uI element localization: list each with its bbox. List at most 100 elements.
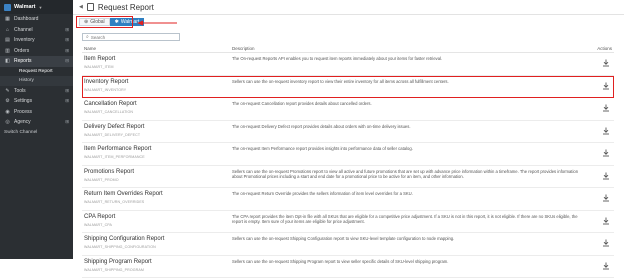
report-name-link[interactable]: CPA Report bbox=[84, 214, 115, 220]
expand-icon[interactable]: ⊞ bbox=[65, 119, 69, 125]
search-input[interactable] bbox=[91, 34, 171, 40]
download-icon[interactable] bbox=[602, 172, 610, 180]
report-description: Sellers can use the on-request inventory… bbox=[232, 79, 587, 84]
report-description: Sellers can use the on-request Shipping … bbox=[232, 236, 587, 241]
report-name-link[interactable]: Shipping Configuration Report bbox=[84, 236, 164, 242]
download-icon[interactable] bbox=[602, 217, 610, 225]
download-icon[interactable] bbox=[602, 262, 610, 270]
report-name-link[interactable]: Item Report bbox=[84, 56, 115, 62]
report-code: WALMART_SHIPPING_PROGRAM bbox=[84, 268, 144, 272]
table-row: Inventory Report WALMART_INVENTORY Sellers… bbox=[82, 76, 614, 99]
inventory-icon: ▤ bbox=[4, 37, 11, 43]
report-name-link[interactable]: Cancellation Report bbox=[84, 101, 137, 107]
report-description: Sellers can use the on-request Shipping … bbox=[232, 259, 587, 264]
sidebar-subitem-history[interactable]: History bbox=[0, 76, 73, 86]
expand-icon[interactable]: ⊞ bbox=[65, 37, 69, 43]
expand-icon[interactable]: ⊞ bbox=[65, 98, 69, 104]
sidebar-item-inventory[interactable]: ▤Inventory ⊞ bbox=[0, 35, 73, 46]
report-code: WALMART_PROMO bbox=[84, 178, 119, 182]
expand-icon[interactable]: ⊟ bbox=[65, 58, 69, 64]
sidebar: Walmart ▼ ▦Dashboard⌂Channel⊞▤Inventory⊞… bbox=[0, 0, 73, 259]
dashboard-icon: ▦ bbox=[4, 16, 11, 22]
table-row: Promotions ReportWALMART_PROMOSellers ca… bbox=[82, 166, 614, 189]
sidebar-item-orders[interactable]: ▥Orders ⊞ bbox=[0, 46, 73, 57]
download-icon[interactable] bbox=[602, 82, 610, 90]
table-row: Item Report WALMART_ITEM The On-request Re… bbox=[82, 53, 614, 76]
channel-icon: ⌂ bbox=[4, 27, 11, 33]
download-icon[interactable] bbox=[602, 104, 610, 112]
report-name-link[interactable]: Return Item Overrides Report bbox=[84, 191, 163, 197]
sidebar-item-settings[interactable]: ⚙Settings ⊞ bbox=[0, 96, 73, 107]
search-box[interactable]: ⌕ bbox=[82, 33, 180, 41]
reports-icon: ◧ bbox=[4, 58, 11, 64]
expand-icon[interactable]: ⊞ bbox=[65, 88, 69, 94]
table-header: Name Description Actions bbox=[82, 44, 614, 53]
table-row: Return Item Overrides Report WALMART_RETU… bbox=[82, 188, 614, 211]
orders-icon: ▥ bbox=[4, 48, 11, 54]
report-code: WALMART_ITEM_PERFORMANCE bbox=[84, 155, 145, 159]
expand-icon[interactable]: ⊞ bbox=[65, 27, 69, 33]
expand-icon[interactable]: ⊞ bbox=[65, 48, 69, 54]
sidebar-item-label: Inventory bbox=[14, 37, 35, 43]
sidebar-item-label: Settings bbox=[14, 98, 32, 104]
agency-icon: ◎ bbox=[4, 119, 11, 125]
report-description: The on-request Return Override provides … bbox=[232, 191, 587, 196]
tools-icon: ✎ bbox=[4, 88, 11, 94]
table-row: Shipping Configuration Report WALMART_SHI… bbox=[82, 233, 614, 256]
report-code: WALMART_DELIVERY_DEFECT bbox=[84, 133, 140, 137]
download-icon[interactable] bbox=[602, 149, 610, 157]
process-icon: ◉ bbox=[4, 109, 11, 115]
report-code: WALMART_INVENTORY bbox=[84, 88, 126, 92]
sidebar-item-channel[interactable]: ⌂Channel ⊞ bbox=[0, 25, 73, 36]
sidebar-item-label: Orders bbox=[14, 48, 29, 54]
brand-name: Walmart bbox=[14, 4, 36, 10]
sidebar-item-label: Process bbox=[14, 109, 32, 115]
back-icon[interactable]: ◀ bbox=[79, 4, 83, 10]
annotation-arrow bbox=[137, 20, 177, 26]
report-description: The On-request Reports API enables you t… bbox=[232, 56, 587, 61]
report-code: WALMART_RETURN_OVERRIDES bbox=[84, 200, 144, 204]
report-name-link[interactable]: Item Performance Report bbox=[84, 146, 151, 152]
brand-switcher[interactable]: Walmart ▼ bbox=[0, 0, 73, 14]
report-name-link[interactable]: Promotions Report bbox=[84, 169, 134, 175]
settings-icon: ⚙ bbox=[4, 98, 11, 104]
download-icon[interactable] bbox=[602, 194, 610, 202]
main-content: ◀ Request Report ⊕ Global ✱ Walmart ⌕ Na… bbox=[73, 0, 624, 259]
table-row: Delivery Defect Report WALMART_DELIVERY_D… bbox=[82, 121, 614, 144]
sidebar-item-process[interactable]: ◉Process bbox=[0, 107, 73, 118]
download-icon[interactable] bbox=[602, 127, 610, 135]
report-code: WALMART_CPA bbox=[84, 223, 112, 227]
report-name-link[interactable]: Inventory Report bbox=[84, 79, 128, 85]
report-code: WALMART_CANCELLATION bbox=[84, 110, 133, 114]
report-page-icon bbox=[87, 3, 94, 11]
switch-channel-link[interactable]: Switch Channel bbox=[0, 128, 73, 138]
download-icon[interactable] bbox=[602, 59, 610, 67]
table-row: Item Performance Report WALMART_ITEM_PERF… bbox=[82, 143, 614, 166]
sidebar-item-reports[interactable]: ◧Reports ⊟ bbox=[0, 56, 73, 67]
report-description: The on-request Item Performance report p… bbox=[232, 146, 587, 151]
search-icon: ⌕ bbox=[86, 34, 89, 40]
table-row: Cancellation Report WALMART_CANCELLATION T… bbox=[82, 98, 614, 121]
sidebar-item-label: Tools bbox=[14, 88, 26, 94]
sidebar-item-label: Channel bbox=[14, 27, 33, 33]
download-icon[interactable] bbox=[602, 239, 610, 247]
sidebar-item-dashboard[interactable]: ▦Dashboard bbox=[0, 14, 73, 25]
sidebar-subitem-request-report[interactable]: Request Report bbox=[0, 67, 73, 77]
column-header-name: Name bbox=[84, 46, 96, 51]
report-code: WALMART_ITEM bbox=[84, 65, 114, 69]
sidebar-item-label: Dashboard bbox=[14, 16, 38, 22]
report-name-link[interactable]: Shipping Program Report bbox=[84, 259, 152, 265]
report-description: The on-request Delivery Defect report pr… bbox=[232, 124, 587, 129]
report-code: WALMART_SHIPPING_CONFIGURATION bbox=[84, 245, 156, 249]
walmart-logo-icon bbox=[4, 4, 11, 11]
sidebar-item-tools[interactable]: ✎Tools ⊞ bbox=[0, 86, 73, 97]
column-header-description: Description bbox=[232, 46, 255, 51]
page-header: ◀ Request Report bbox=[73, 0, 624, 15]
sidebar-item-label: Reports bbox=[14, 58, 32, 64]
sidebar-item-agency[interactable]: ◎Agency ⊞ bbox=[0, 117, 73, 128]
report-name-link[interactable]: Delivery Defect Report bbox=[84, 124, 144, 130]
annotation-box-tabs bbox=[76, 16, 133, 28]
report-description: The on-request Cancellation report provi… bbox=[232, 101, 587, 106]
sidebar-item-label: Agency bbox=[14, 119, 31, 125]
report-description: The CPA report provides the item Opt-in … bbox=[232, 214, 587, 224]
